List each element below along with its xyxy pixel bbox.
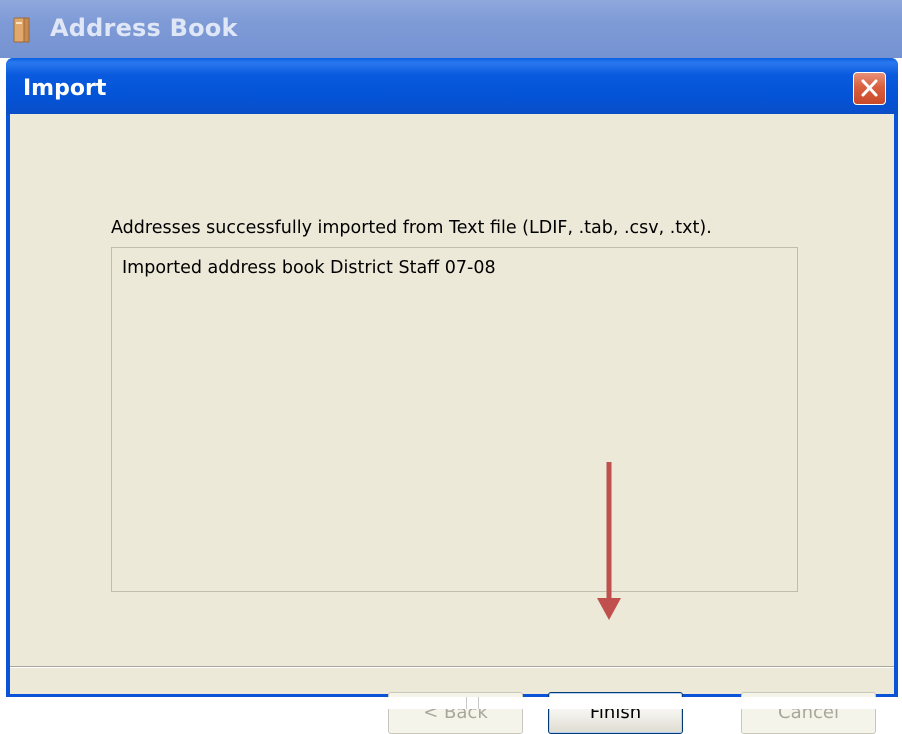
import-dialog: Import Addresses successfully imported f… — [6, 58, 898, 734]
dialog-title: Import — [23, 76, 107, 101]
background-window-edge — [0, 697, 902, 709]
dialog-titlebar[interactable]: Import — [6, 58, 898, 114]
dialog-content: Addresses successfully imported from Tex… — [10, 114, 894, 734]
button-separator — [10, 666, 894, 668]
import-log-list[interactable]: Imported address book District Staff 07-… — [111, 247, 798, 592]
divider — [478, 697, 479, 709]
close-button[interactable] — [853, 72, 886, 105]
close-icon — [861, 79, 878, 97]
background-window-titlebar: Address Book — [0, 0, 902, 58]
address-book-icon — [13, 17, 30, 43]
background-window-title: Address Book — [50, 14, 238, 42]
list-item: Imported address book District Staff 07-… — [122, 258, 496, 278]
divider — [466, 697, 467, 709]
import-status-message: Addresses successfully imported from Tex… — [111, 218, 712, 238]
